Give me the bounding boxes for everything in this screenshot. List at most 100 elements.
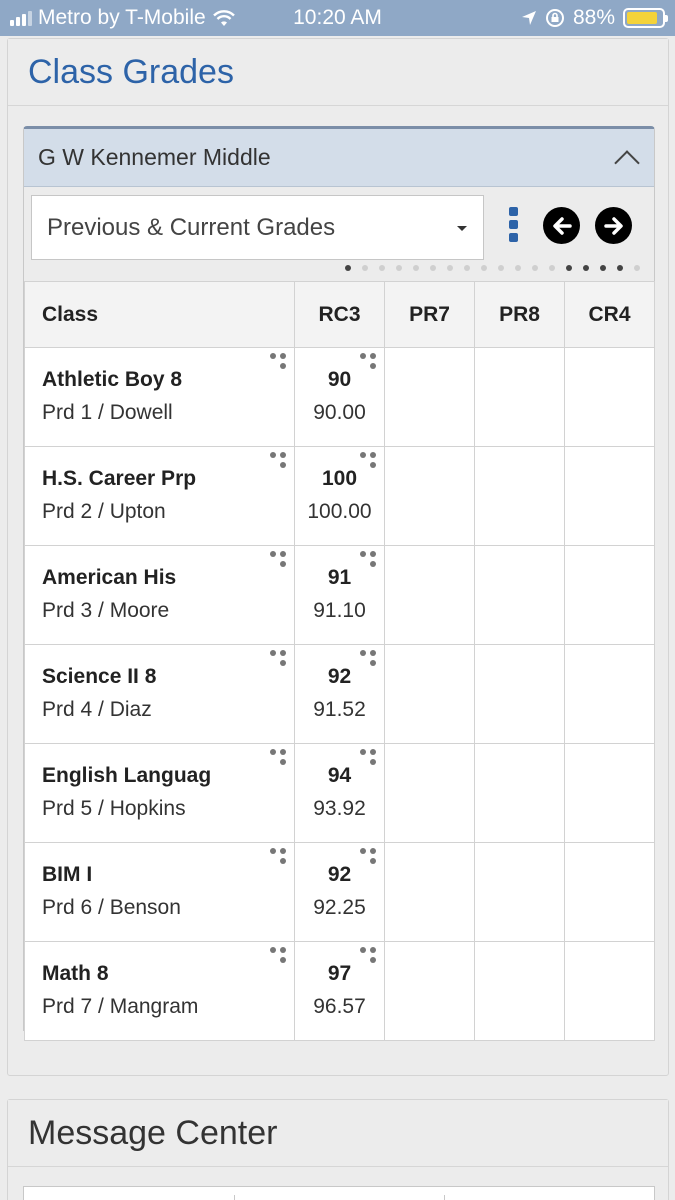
grade-cell-cr4 xyxy=(564,446,655,546)
pager-dot xyxy=(481,265,487,271)
school-name: G W Kennemer Middle xyxy=(38,144,271,170)
pager-dot xyxy=(413,265,419,271)
chevron-up-icon[interactable] xyxy=(614,149,640,176)
grade-cell-cr4 xyxy=(564,842,655,942)
class-details-icon[interactable] xyxy=(270,353,289,372)
class-details-icon[interactable] xyxy=(270,551,289,570)
grade-cell-pr8 xyxy=(474,347,565,447)
prev-arrow-icon[interactable] xyxy=(543,207,580,244)
class-details-icon[interactable] xyxy=(270,947,289,966)
grade-details-icon[interactable] xyxy=(360,848,379,867)
column-header-pr8[interactable]: PR8 xyxy=(474,281,565,348)
column-header-rc3[interactable]: RC3 xyxy=(294,281,385,348)
table-row[interactable]: Athletic Boy 8 Prd 1 / Dowell 90 90.00 xyxy=(24,347,655,447)
grade-details-icon[interactable] xyxy=(360,551,379,570)
grade-cell-pr8 xyxy=(474,446,565,546)
pager-dot xyxy=(362,265,368,271)
class-cell[interactable]: H.S. Career Prp Prd 2 / Upton xyxy=(24,446,295,546)
class-name: Science II 8 xyxy=(42,665,157,688)
column-header-pr7[interactable]: PR7 xyxy=(384,281,475,348)
grade-cell-pr7 xyxy=(384,347,475,447)
grade-cell-pr8 xyxy=(474,743,565,843)
select-value: Previous & Current Grades xyxy=(47,213,336,241)
pager-dot xyxy=(396,265,402,271)
grade-cell-pr7 xyxy=(384,842,475,942)
pager-dot xyxy=(447,265,453,271)
grade-cell-cr4 xyxy=(564,545,655,645)
class-details-icon[interactable] xyxy=(270,452,289,471)
more-options-icon[interactable] xyxy=(509,207,518,242)
table-row[interactable]: American His Prd 3 / Moore 91 91.10 xyxy=(24,545,655,645)
pager-dot xyxy=(345,265,351,271)
grade-details-icon[interactable] xyxy=(360,650,379,669)
grade-percent: 90.00 xyxy=(313,401,366,424)
message-table xyxy=(23,1186,655,1200)
grade-details-icon[interactable] xyxy=(360,947,379,966)
pager-dot xyxy=(617,265,623,271)
grade-percent: 96.57 xyxy=(313,995,366,1018)
grade-cell-rc3[interactable]: 91 91.10 xyxy=(294,545,385,645)
grade-percent: 93.92 xyxy=(313,797,366,820)
pager-dot xyxy=(430,265,436,271)
column-header-cr4[interactable]: CR4 xyxy=(564,281,655,348)
grade-cell-rc3[interactable]: 94 93.92 xyxy=(294,743,385,843)
class-name: English Languag xyxy=(42,764,212,787)
class-cell[interactable]: Science II 8 Prd 4 / Diaz xyxy=(24,644,295,744)
grade-cell-cr4 xyxy=(564,743,655,843)
class-details-icon[interactable] xyxy=(270,650,289,669)
pager-dot xyxy=(634,265,640,271)
class-grades-header: Class Grades xyxy=(8,39,668,106)
class-period: Prd 4 / Diaz xyxy=(42,698,152,721)
grade-details-icon[interactable] xyxy=(360,749,379,768)
grade-percent: 100.00 xyxy=(307,500,372,523)
grade-details-icon[interactable] xyxy=(360,452,379,471)
grade-cell-rc3[interactable]: 92 92.25 xyxy=(294,842,385,942)
grade-period-select[interactable]: Previous & Current Grades xyxy=(31,195,484,260)
clock: 10:20 AM xyxy=(293,6,382,29)
class-period: Prd 7 / Mangram xyxy=(42,995,199,1018)
table-row[interactable]: Math 8 Prd 7 / Mangram 97 96.57 xyxy=(24,941,655,1041)
grade-cell-pr7 xyxy=(384,545,475,645)
grade-details-icon[interactable] xyxy=(360,353,379,372)
grade-cell-pr7 xyxy=(384,446,475,546)
grades-table: Class RC3 PR7 PR8 CR4 Athletic Boy 8 Prd … xyxy=(24,281,655,1041)
table-row[interactable]: H.S. Career Prp Prd 2 / Upton 100 100.00 xyxy=(24,446,655,546)
next-arrow-icon[interactable] xyxy=(595,207,632,244)
signal-icon xyxy=(10,10,32,26)
grade-cell-pr8 xyxy=(474,842,565,942)
class-grades-panel: Class Grades G W Kennemer Middle Previou… xyxy=(7,38,669,1076)
grades-header-row: Class RC3 PR7 PR8 CR4 xyxy=(24,281,655,348)
pager-dot xyxy=(583,265,589,271)
class-period: Prd 5 / Hopkins xyxy=(42,797,186,820)
class-cell[interactable]: English Languag Prd 5 / Hopkins xyxy=(24,743,295,843)
table-row[interactable]: Science II 8 Prd 4 / Diaz 92 91.52 xyxy=(24,644,655,744)
class-cell[interactable]: Math 8 Prd 7 / Mangram xyxy=(24,941,295,1041)
table-row[interactable]: English Languag Prd 5 / Hopkins 94 93.92 xyxy=(24,743,655,843)
school-header[interactable]: G W Kennemer Middle xyxy=(24,129,654,187)
class-cell[interactable]: BIM I Prd 6 / Benson xyxy=(24,842,295,942)
pager-dot xyxy=(600,265,606,271)
rotation-lock-icon xyxy=(545,9,564,27)
class-details-icon[interactable] xyxy=(270,848,289,867)
grade-cell-pr8 xyxy=(474,941,565,1041)
class-cell[interactable]: Athletic Boy 8 Prd 1 / Dowell xyxy=(24,347,295,447)
pager-dot xyxy=(515,265,521,271)
class-cell[interactable]: American His Prd 3 / Moore xyxy=(24,545,295,645)
grade-cell-rc3[interactable]: 92 91.52 xyxy=(294,644,385,744)
grade-cell-rc3[interactable]: 100 100.00 xyxy=(294,446,385,546)
grade-cell-pr8 xyxy=(474,644,565,744)
school-section: G W Kennemer Middle Previous & Current G… xyxy=(23,126,655,1041)
carrier-label: Metro by T-Mobile xyxy=(38,6,206,29)
location-arrow-icon xyxy=(521,11,536,25)
pager-dot xyxy=(566,265,572,271)
class-period: Prd 3 / Moore xyxy=(42,599,170,622)
grade-cell-rc3[interactable]: 90 90.00 xyxy=(294,347,385,447)
status-left: Metro by T-Mobile xyxy=(10,0,236,36)
class-name: BIM I xyxy=(42,863,93,886)
grade-cell-pr7 xyxy=(384,644,475,744)
class-details-icon[interactable] xyxy=(270,749,289,768)
table-row[interactable]: BIM I Prd 6 / Benson 92 92.25 xyxy=(24,842,655,942)
class-period: Prd 6 / Benson xyxy=(42,896,181,919)
class-name: H.S. Career Prp xyxy=(42,467,197,490)
grade-cell-rc3[interactable]: 97 96.57 xyxy=(294,941,385,1041)
